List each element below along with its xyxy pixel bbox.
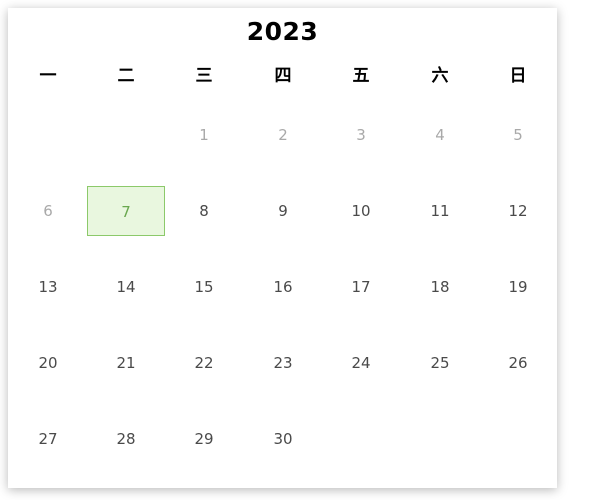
day-cell[interactable]: 20 (9, 338, 87, 388)
day-cell[interactable]: 22 (165, 338, 243, 388)
weekday-label-tue: 二 (117, 66, 135, 86)
day-cell[interactable]: 6 (9, 186, 87, 236)
day-cell-selected[interactable]: 7 (87, 186, 165, 236)
day-cell[interactable]: 15 (165, 262, 243, 312)
day-cell[interactable]: 12 (479, 186, 557, 236)
day-cell[interactable]: 18 (401, 262, 479, 312)
weekday-label-sat: 六 (431, 66, 449, 86)
day-cell[interactable]: 17 (322, 262, 400, 312)
day-cell[interactable]: 19 (479, 262, 557, 312)
day-cell[interactable]: 29 (165, 414, 243, 464)
calendar-card: 2023 一 二 三 四 五 六 日 1 2 3 4 5 6 7 8 9 10 11 12 13 14 15… (8, 8, 557, 488)
day-cell[interactable]: 2 (244, 110, 322, 160)
weekday-label-fri: 五 (352, 66, 370, 86)
day-cell[interactable]: 10 (322, 186, 400, 236)
day-cell[interactable]: 30 (244, 414, 322, 464)
day-cell[interactable]: 26 (479, 338, 557, 388)
day-cell[interactable]: 14 (87, 262, 165, 312)
day-cell[interactable]: 5 (479, 110, 557, 160)
weekday-label-sun: 日 (509, 66, 527, 86)
day-cell[interactable]: 27 (9, 414, 87, 464)
day-cell[interactable]: 3 (322, 110, 400, 160)
day-cell[interactable]: 11 (401, 186, 479, 236)
weekday-label-wed: 三 (195, 66, 213, 86)
day-cell[interactable]: 4 (401, 110, 479, 160)
day-cell[interactable]: 8 (165, 186, 243, 236)
weekday-label-thu: 四 (274, 66, 292, 86)
day-cell[interactable]: 13 (9, 262, 87, 312)
day-cell[interactable]: 21 (87, 338, 165, 388)
day-cell[interactable]: 23 (244, 338, 322, 388)
weekday-header-row: 一 二 三 四 五 六 日 (8, 63, 557, 89)
day-cell[interactable]: 9 (244, 186, 322, 236)
day-cell[interactable]: 24 (322, 338, 400, 388)
day-cell[interactable]: 1 (165, 110, 243, 160)
day-cell[interactable]: 16 (244, 262, 322, 312)
calendar-year-title: 2023 (246, 17, 319, 46)
day-cell[interactable]: 25 (401, 338, 479, 388)
weekday-label-mon: 一 (39, 66, 57, 86)
day-cell[interactable]: 28 (87, 414, 165, 464)
day-grid: 1 2 3 4 5 6 7 8 9 10 11 12 13 14 15 16 17 18 19 20 21 22 23 24 2… (8, 108, 557, 488)
